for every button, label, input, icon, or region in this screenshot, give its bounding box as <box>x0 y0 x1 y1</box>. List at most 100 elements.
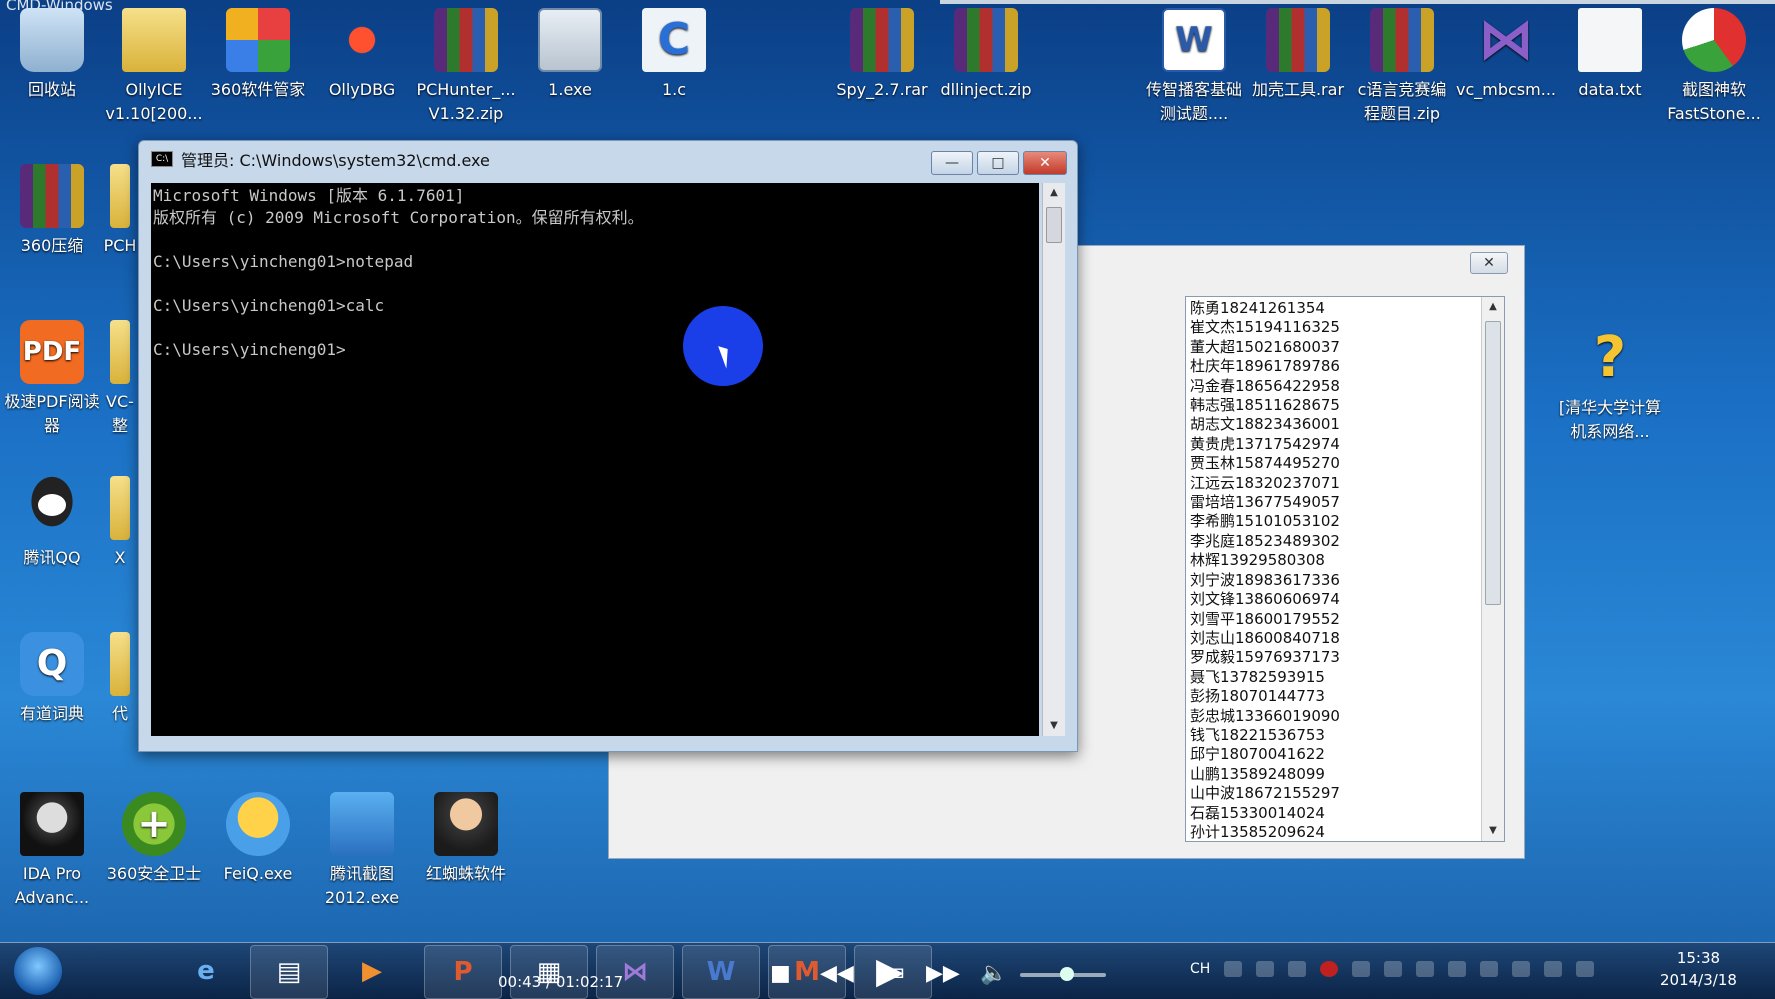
keyboard-icon[interactable] <box>1224 961 1243 977</box>
stop-icon[interactable]: ■ <box>770 961 791 986</box>
network-icon[interactable] <box>1544 961 1563 977</box>
desktop-icon-vc-partial[interactable]: VC-整 <box>102 320 138 438</box>
maximize-button[interactable]: □ <box>977 151 1019 175</box>
list-item[interactable]: 刘宁波18983617336 <box>1190 571 1504 590</box>
desktop-icon-tencent-snapshot[interactable]: 腾讯截图2012.exe <box>310 792 414 910</box>
desktop-icon-label: X <box>114 548 126 567</box>
desktop-icon-tsinghua-help[interactable]: ? [清华大学计算机系网络... <box>1558 326 1662 444</box>
film-icon[interactable] <box>1352 961 1371 977</box>
record-icon[interactable] <box>1320 961 1339 977</box>
desktop-icon-dllinject-zip[interactable]: dllinject.zip <box>934 8 1038 102</box>
list-item[interactable]: 山中波18672155297 <box>1190 784 1504 803</box>
contact-listbox[interactable]: 陈勇18241261354 崔文杰15194116325 董大超1502168003… <box>1185 296 1505 842</box>
ime-indicator[interactable]: CH <box>1190 961 1210 977</box>
list-item[interactable]: 林辉13929580308 <box>1190 551 1504 570</box>
top-edge-bar <box>940 0 1775 4</box>
listbox-scrollbar[interactable]: ▲ ▼ <box>1481 297 1504 841</box>
console-scrollbar[interactable]: ▲ ▼ <box>1042 183 1065 736</box>
minimize-button[interactable]: — <box>931 151 973 175</box>
list-item[interactable]: 彭扬18070144773 <box>1190 687 1504 706</box>
desktop-icon-ollyice[interactable]: OllyICE v1.10[200... <box>102 8 206 126</box>
list-item[interactable]: 山鹏13589248099 <box>1190 765 1504 784</box>
list-item[interactable]: 刘文锋13860606974 <box>1190 590 1504 609</box>
list-item[interactable]: 韩志强18511628675 <box>1190 396 1504 415</box>
security-icon[interactable] <box>1384 961 1403 977</box>
scroll-up-arrow-icon[interactable]: ▲ <box>1482 297 1504 317</box>
taskbar-explorer-button[interactable]: ▤ <box>250 945 328 999</box>
list-item[interactable]: 董大超15021680037 <box>1190 338 1504 357</box>
list-item[interactable]: 孙计13585209624 <box>1190 823 1504 841</box>
list-item[interactable]: 钱飞18221536753 <box>1190 726 1504 745</box>
help-icon[interactable] <box>1256 961 1275 977</box>
close-button[interactable]: ✕ <box>1023 151 1067 175</box>
list-item[interactable]: 胡志文18823436001 <box>1190 415 1504 434</box>
list-item[interactable]: 刘志山18600840718 <box>1190 629 1504 648</box>
list-item[interactable]: 刘雪平18600179552 <box>1190 610 1504 629</box>
desktop-icon-youdao[interactable]: Q 有道词典 <box>0 632 104 726</box>
warning-icon[interactable] <box>1480 961 1499 977</box>
list-item[interactable]: 贾玉林15874495270 <box>1190 454 1504 473</box>
play-icon[interactable]: ▶ <box>876 951 904 992</box>
rewind-icon[interactable]: ◀◀ <box>820 961 854 986</box>
list-item[interactable]: 聂飞13782593915 <box>1190 668 1504 687</box>
desktop-icon-x-partial[interactable]: X <box>102 476 138 570</box>
desktop-icon-360zip[interactable]: 360压缩 <box>0 164 104 258</box>
desktop-icon-360-safe[interactable]: + 360安全卫士 <box>102 792 206 886</box>
desktop-icon-c-contest-zip[interactable]: c语言竞赛编程题目.zip <box>1350 8 1454 126</box>
list-item[interactable]: 黄贵虎13717542974 <box>1190 435 1504 454</box>
add-icon[interactable] <box>1512 961 1531 977</box>
desktop-icon-ida-pro[interactable]: IDA Pro Advanc... <box>0 792 104 910</box>
taskbar-media-button[interactable]: ▶ <box>334 945 410 997</box>
desktop-icon-feiq[interactable]: FeiQ.exe <box>206 792 310 886</box>
desktop-icon-1-exe[interactable]: 1.exe <box>518 8 622 102</box>
desktop-icon-dai-partial[interactable]: 代 <box>102 632 138 726</box>
list-item[interactable]: 石磊15330014024 <box>1190 804 1504 823</box>
volume-icon[interactable]: 🔈 <box>980 961 1007 986</box>
desktop-icon-pchunter-zip[interactable]: PCHunter_... V1.32.zip <box>414 8 518 126</box>
desktop-icon-360-manager[interactable]: 360软件管家 <box>206 8 310 102</box>
list-item[interactable]: 邱宁18070041622 <box>1190 745 1504 764</box>
list-item[interactable]: 陈勇18241261354 <box>1190 299 1504 318</box>
desktop-icon-test-doc[interactable]: W 传智播客基础测试题.... <box>1142 8 1246 126</box>
dialog-close-button[interactable]: ✕ <box>1470 252 1508 274</box>
start-button[interactable] <box>14 947 62 995</box>
fast-forward-icon[interactable]: ▶▶ <box>926 961 960 986</box>
desktop-icon-spy-rar[interactable]: Spy_2.7.rar <box>830 8 934 102</box>
feiq-icon <box>226 792 290 856</box>
volume-slider-knob[interactable] <box>1060 967 1074 981</box>
list-item[interactable]: 李兆庭18523489302 <box>1190 532 1504 551</box>
scroll-up-arrow-icon[interactable]: ▲ <box>1043 183 1065 203</box>
list-item[interactable]: 雷培培13677549057 <box>1190 493 1504 512</box>
list-item[interactable]: 冯金春18656422958 <box>1190 377 1504 396</box>
desktop-icon-packer-rar[interactable]: 加壳工具.rar <box>1246 8 1350 102</box>
desktop-icon-red-spider[interactable]: 红蜘蛛软件 <box>414 792 518 886</box>
desktop-icon-ollydbg[interactable]: OllyDBG <box>310 8 414 102</box>
taskbar-ie-button[interactable]: e <box>168 945 244 997</box>
desktop-icon-qq[interactable]: 腾讯QQ <box>0 476 104 570</box>
desktop-icon-label: 极速PDF阅读器 <box>4 392 100 435</box>
clock-time: 15:38 <box>1676 949 1721 967</box>
list-item[interactable]: 杜庆年18961789786 <box>1190 357 1504 376</box>
scroll-down-arrow-icon[interactable]: ▼ <box>1482 821 1504 841</box>
list-item[interactable]: 彭忠城13366019090 <box>1190 707 1504 726</box>
scroll-down-arrow-icon[interactable]: ▼ <box>1043 716 1065 736</box>
shield-icon[interactable] <box>1448 961 1467 977</box>
scroll-thumb[interactable] <box>1485 321 1501 605</box>
desktop-icon-recycle-bin[interactable]: 回收站 <box>0 8 104 102</box>
list-item[interactable]: 李希鹏15101053102 <box>1190 512 1504 531</box>
bluetooth-icon[interactable] <box>1416 961 1435 977</box>
scroll-thumb[interactable] <box>1046 207 1062 243</box>
desktop-icon-data-txt[interactable]: data.txt <box>1558 8 1662 102</box>
desktop-icon-pdf-reader[interactable]: PDF 极速PDF阅读器 <box>0 320 104 438</box>
desktop-icon-vc-mbcs[interactable]: ⋈ vc_mbcsm... <box>1454 8 1558 102</box>
desktop-icon-1-c[interactable]: C 1.c <box>622 8 726 102</box>
console-output[interactable]: Microsoft Windows [版本 6.1.7601] 版权所有 (c) … <box>151 183 1039 736</box>
list-item[interactable]: 崔文杰15194116325 <box>1190 318 1504 337</box>
speaker-icon[interactable] <box>1576 961 1595 977</box>
desktop-icon-faststone[interactable]: 截图神软 FastStone... <box>1662 8 1766 126</box>
taskbar-clock[interactable]: 15:38 2014/3/18 <box>1660 947 1737 991</box>
flag-icon[interactable] <box>1288 961 1307 977</box>
desktop-icon-pch-partial[interactable]: PCH <box>102 164 138 258</box>
list-item[interactable]: 江远云18320237071 <box>1190 474 1504 493</box>
list-item[interactable]: 罗成毅15976937173 <box>1190 648 1504 667</box>
